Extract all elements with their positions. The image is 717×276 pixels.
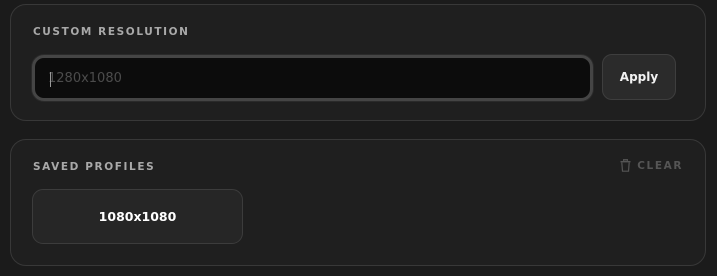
saved-profile-card[interactable]: 1080x1080 <box>32 189 243 244</box>
clear-button[interactable]: CLEAR <box>620 159 683 172</box>
custom-resolution-title: CUSTOM RESOLUTION <box>33 26 190 38</box>
saved-profiles-panel: SAVED PROFILES CLEAR 1080x1080 <box>10 139 706 266</box>
resolution-input[interactable] <box>35 58 590 98</box>
trash-icon <box>620 159 631 172</box>
saved-profiles-title: SAVED PROFILES <box>33 161 156 173</box>
apply-button[interactable]: Apply <box>602 54 676 100</box>
clear-label: CLEAR <box>637 159 683 172</box>
resolution-input-wrapper <box>32 55 593 101</box>
custom-resolution-panel: CUSTOM RESOLUTION Apply <box>10 4 706 121</box>
text-caret <box>50 72 51 87</box>
